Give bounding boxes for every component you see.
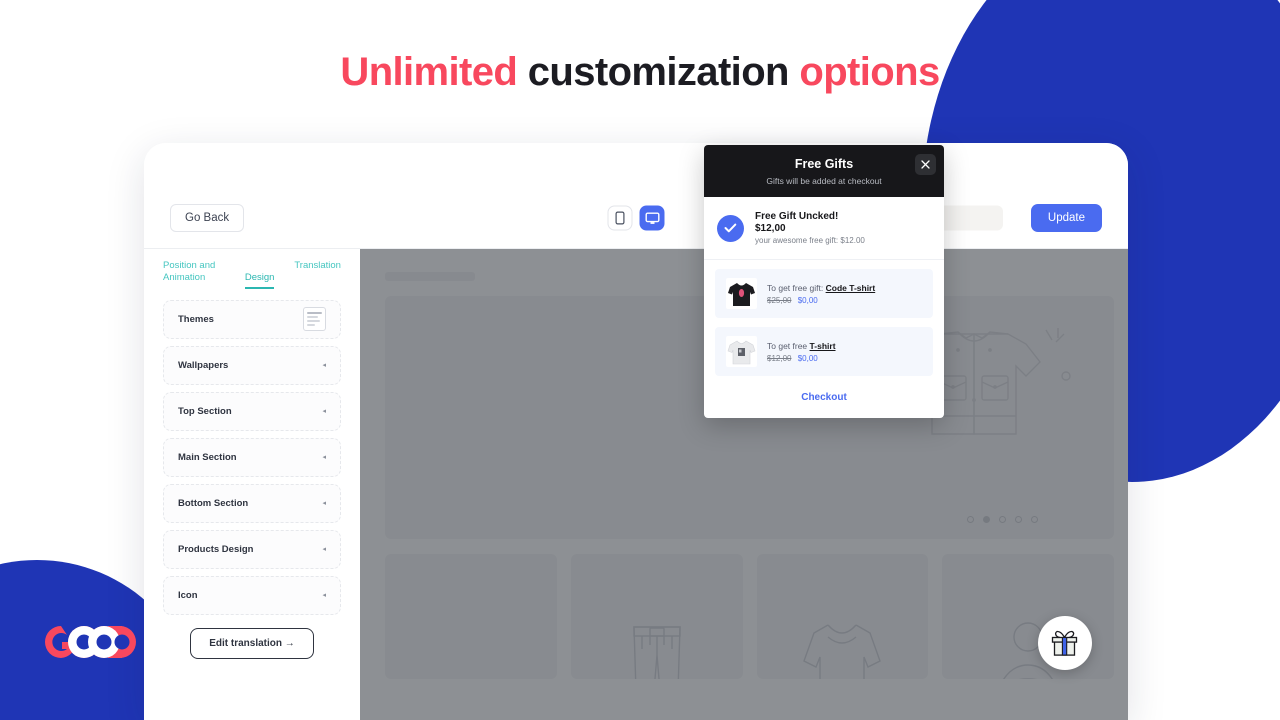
preview-product-grid — [385, 554, 1114, 679]
accordion-label: Wallpapers — [178, 359, 229, 371]
gift-offer-text: To get free gift: Code T-shirt $25,00 $0… — [767, 283, 922, 305]
app-window: Go Back Update — [144, 143, 1128, 720]
desktop-preview-button[interactable] — [639, 205, 665, 231]
accordion-label: Top Section — [178, 405, 232, 417]
sweater-icon — [803, 624, 882, 679]
gift-icon — [1051, 630, 1078, 656]
gift-offer-new-price: $0,00 — [797, 295, 818, 305]
carousel-dot[interactable] — [967, 516, 974, 523]
carousel-dot-active[interactable] — [983, 516, 990, 523]
accordion-label: Themes — [178, 313, 214, 325]
sidebar-item-icon[interactable]: Icon ◂ — [163, 575, 341, 615]
tab-position-and-animation[interactable]: Position and Animation — [163, 260, 225, 289]
sidebar-item-products-design[interactable]: Products Design ◂ — [163, 529, 341, 569]
product-card-placeholder[interactable] — [756, 554, 929, 679]
preview-title-placeholder — [385, 272, 475, 281]
close-icon[interactable] — [915, 154, 936, 175]
check-icon — [717, 214, 744, 242]
chevron-left-icon: ◂ — [322, 500, 326, 508]
unlocked-gift-price: $12,00 — [755, 223, 786, 234]
sidebar-tabs: Position and Animation Design Translatio… — [163, 249, 341, 289]
gift-offer-row[interactable]: To get free T-shirt $12,00 $0,00 — [715, 327, 933, 376]
gift-offer-text: To get free T-shirt $12,00 $0,00 — [767, 341, 922, 363]
product-card-placeholder[interactable] — [385, 554, 557, 679]
tab-design[interactable]: Design — [244, 272, 275, 289]
gift-offer-new-price: $0,00 — [797, 353, 818, 363]
accordion-label: Main Section — [178, 451, 237, 463]
chevron-left-icon: ◂ — [322, 592, 326, 600]
gift-offer-product[interactable]: Code T-shirt — [826, 283, 876, 293]
app-body: Position and Animation Design Translatio… — [144, 248, 1128, 720]
chevron-left-icon: ◂ — [322, 454, 326, 462]
sidebar-item-wallpapers[interactable]: Wallpapers ◂ — [163, 345, 341, 385]
gift-offer-line: To get free T-shirt — [767, 341, 922, 351]
white-tshirt-icon — [726, 336, 757, 367]
gift-offer-prices: $25,00 $0,00 — [767, 296, 922, 305]
gift-offer-prices: $12,00 $0,00 — [767, 354, 922, 363]
tab-translation[interactable]: Translation — [294, 260, 341, 277]
sidebar-item-main-section[interactable]: Main Section ◂ — [163, 437, 341, 477]
sidebar-item-top-section[interactable]: Top Section ◂ — [163, 391, 341, 431]
widget-subtitle: Gifts will be added at checkout — [766, 176, 882, 186]
unlocked-gift-title: Free Gift Uncked! — [755, 211, 839, 222]
mobile-preview-button[interactable] — [607, 205, 633, 231]
shorts-icon — [632, 626, 681, 679]
accordion-label: Bottom Section — [178, 497, 249, 509]
gift-offer-old-price: $12,00 — [767, 353, 792, 363]
gift-offer-row[interactable]: To get free gift: Code T-shirt $25,00 $0… — [715, 269, 933, 318]
brand-logo — [40, 623, 142, 661]
gift-offer-prefix: To get free gift: — [767, 282, 824, 293]
widget-header: Free Gifts Gifts will be added at checko… — [704, 145, 944, 197]
desktop-icon — [645, 212, 659, 224]
chevron-left-icon: ◂ — [322, 362, 326, 370]
unlocked-gift-note: your awesome free gift: $12.00 — [755, 236, 865, 245]
design-sidebar: Position and Animation Design Translatio… — [144, 249, 360, 720]
gift-offer-prefix: To get free — [767, 340, 808, 351]
headline-part-1: Unlimited — [340, 50, 518, 94]
free-gifts-widget: Free Gifts Gifts will be added at checko… — [704, 145, 944, 418]
gift-offer-product[interactable]: T-shirt — [810, 341, 836, 351]
app-toolbar: Go Back Update — [144, 143, 1128, 248]
accordion-label: Products Design — [178, 543, 254, 555]
go-back-button[interactable]: Go Back — [170, 204, 245, 232]
black-tshirt-icon — [726, 278, 757, 309]
chevron-left-icon: ◂ — [322, 546, 326, 554]
theme-preview-icon — [303, 307, 326, 332]
headline-part-2: customization — [527, 50, 790, 94]
page-title: Unlimited customization options — [0, 50, 1280, 95]
unlocked-gift-text: Free Gift Uncked! $12,00 your awesome fr… — [755, 211, 865, 245]
page-root: Unlimited customization options Go Back — [0, 0, 1280, 720]
gift-offer-line: To get free gift: Code T-shirt — [767, 283, 922, 293]
gift-launcher-button[interactable] — [1038, 616, 1092, 670]
product-card-placeholder[interactable] — [570, 554, 743, 679]
gift-offer-old-price: $25,00 — [767, 295, 792, 305]
sidebar-item-bottom-section[interactable]: Bottom Section ◂ — [163, 483, 341, 523]
mobile-icon — [615, 211, 625, 225]
headline-part-3: options — [799, 50, 940, 94]
carousel-dot[interactable] — [1031, 516, 1038, 523]
carousel-dots[interactable] — [967, 516, 1038, 523]
chevron-left-icon: ◂ — [322, 408, 326, 416]
device-preview-toggle — [607, 205, 665, 231]
update-button[interactable]: Update — [1030, 204, 1102, 232]
carousel-dot[interactable] — [999, 516, 1006, 523]
carousel-dot[interactable] — [1015, 516, 1022, 523]
widget-title: Free Gifts — [794, 157, 854, 171]
gift-offer-list: To get free gift: Code T-shirt $25,00 $0… — [704, 260, 944, 376]
product-card-placeholder[interactable] — [942, 554, 1114, 679]
edit-translation-button[interactable]: Edit translation → — [190, 627, 314, 659]
unlocked-gift-row: Free Gift Uncked! $12,00 your awesome fr… — [704, 197, 944, 260]
accordion-label: Icon — [178, 589, 198, 601]
design-accordion: Themes Wallpapers ◂ Top Section ◂ Main S… — [163, 299, 341, 615]
checkout-link[interactable]: Checkout — [704, 376, 944, 418]
sidebar-item-themes[interactable]: Themes — [163, 299, 341, 339]
